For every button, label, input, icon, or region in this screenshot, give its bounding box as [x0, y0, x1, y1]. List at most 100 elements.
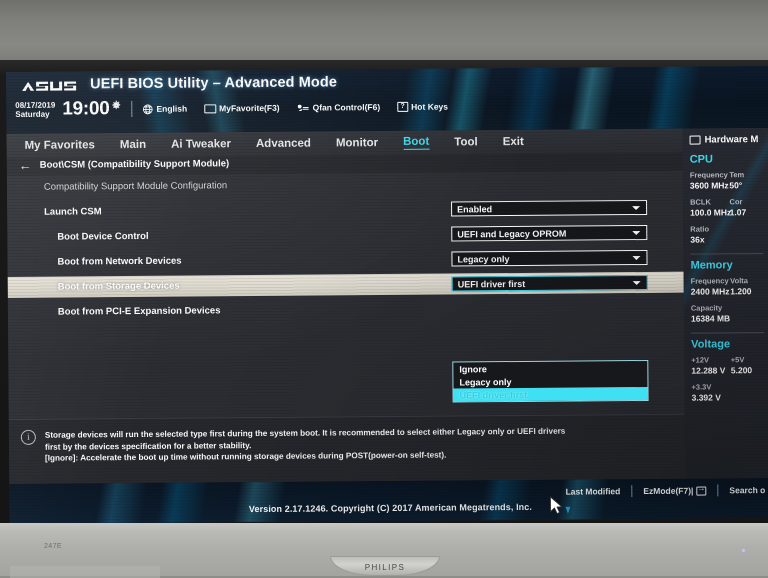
page-title: UEFI BIOS Utility – Advanced Mode [90, 74, 337, 92]
tab-my-favorites[interactable]: My Favorites [25, 139, 95, 152]
hw-entry: +12V 12.288 V [691, 355, 731, 375]
qfan-label: Qfan Control(F6) [313, 102, 381, 113]
hw-value: 1.200 [730, 286, 768, 296]
wall-background [0, 0, 768, 64]
tab-ai-tweaker[interactable]: Ai Tweaker [171, 138, 231, 150]
row-label-boot-pcie: Boot from PCI-E Expansion Devices [58, 305, 221, 317]
hw-entry: Tem 50° [729, 170, 768, 190]
star-icon [204, 104, 216, 113]
hot-keys-label: Hot Keys [411, 102, 448, 112]
hw-memory-values: Frequency 2400 MHz Volta 1.200 Capacity … [691, 276, 768, 331]
date-value: 08/17/2019 [15, 101, 55, 110]
hw-entry: Capacity 16384 MB [691, 303, 768, 324]
tab-monitor[interactable]: Monitor [336, 137, 378, 149]
hw-key: Ratio [690, 224, 768, 234]
hw-cpu-values: Frequency 3600 MHz Tem 50° BCLK 100.0 MH… [690, 170, 768, 252]
search-faq-button[interactable]: Search o [729, 485, 765, 495]
version-text: Version 2.17.1246. Copyright (C) 2017 Am… [9, 500, 768, 516]
chevron-down-icon [632, 256, 640, 260]
divider [691, 332, 764, 334]
combo-value: Legacy only [457, 254, 509, 264]
table-row[interactable]: Boot Device Control UEFI and Legacy OPRO… [7, 222, 683, 248]
combo-boot-network[interactable]: Legacy only [451, 250, 647, 267]
hw-value: 1.07 [730, 207, 768, 217]
ezmode-button[interactable]: EzMode(F7)| [643, 486, 693, 496]
help-text: Storage devices will run the selected ty… [45, 426, 566, 484]
footer-bar: Last Modified EzMode(F7)| Search o Versi… [9, 478, 768, 524]
power-led-icon [742, 549, 745, 552]
hw-entry: Frequency 3600 MHz [690, 170, 730, 190]
table-row[interactable]: Boot from PCI-E Expansion Devices [8, 297, 684, 323]
hw-value: 2400 MHz [691, 286, 731, 296]
section-title: Compatibility Support Module Configurati… [44, 180, 227, 192]
tab-exit[interactable]: Exit [503, 136, 524, 148]
breadcrumb[interactable]: ← Boot\CSM (Compatibility Support Module… [19, 158, 230, 171]
exit-arrow-icon[interactable] [696, 486, 706, 495]
row-label-boot-network: Boot from Network Devices [57, 256, 181, 268]
footer-actions: Last Modified EzMode(F7)| Search o [566, 484, 768, 498]
table-row[interactable]: Launch CSM Enabled [7, 197, 683, 223]
chevron-down-icon [632, 231, 640, 235]
hw-key: Capacity [691, 303, 768, 313]
system-date: 08/17/2019 Saturday [15, 101, 55, 119]
hw-entry: BCLK 100.0 MHz [690, 197, 730, 217]
weekday-value: Saturday [15, 110, 55, 119]
qfan-control-button[interactable]: Qfan Control(F6) [297, 102, 381, 114]
dropdown-option-uefi-driver-first[interactable]: UEFI driver first [453, 387, 647, 402]
hw-value: 100.0 MHz [690, 207, 730, 217]
divider [717, 484, 718, 496]
table-row[interactable]: Boot from Network Devices Legacy only [7, 247, 683, 273]
hw-voltage-values: +12V 12.288 V +5V 5.200 +3.3V 3.392 V [691, 355, 768, 410]
hw-section-voltage: Voltage [691, 338, 768, 351]
info-icon: i [21, 430, 36, 445]
last-modified-button[interactable]: Last Modified [566, 486, 621, 496]
hardware-monitor-panel: Hardware M CPU Frequency 3600 MHz Tem 50… [682, 128, 768, 479]
breadcrumb-path: Boot\CSM (Compatibility Support Module) [40, 158, 230, 170]
combo-value: UEFI and Legacy OPROM [457, 228, 566, 239]
hw-entry: Cor 1.07 [730, 197, 768, 217]
monitor-stand-shadow [10, 566, 160, 578]
table-row-selected[interactable]: Boot from Storage Devices UEFI driver fi… [8, 272, 684, 298]
gear-icon[interactable] [111, 100, 121, 110]
hw-value: 12.288 V [691, 365, 731, 375]
hw-entry: Volta 1.200 [730, 276, 768, 296]
hw-key: Frequency [691, 276, 731, 285]
hw-entry: +3.3V 3.392 V [691, 382, 768, 403]
hw-value: 36x [690, 234, 768, 245]
fan-icon [297, 102, 310, 113]
combo-boot-storage[interactable]: UEFI driver first [452, 275, 648, 292]
hw-key: Tem [729, 170, 768, 179]
hw-value: 5.200 [731, 365, 768, 375]
help-panel: i Storage devices will run the selected … [9, 414, 685, 484]
globe-icon [142, 103, 153, 114]
question-icon: ? [397, 102, 408, 112]
hw-key: +12V [691, 355, 731, 364]
row-label-launch-csm: Launch CSM [44, 206, 102, 217]
hw-entry: +5V 5.200 [731, 355, 768, 375]
tab-advanced[interactable]: Advanced [256, 138, 311, 150]
tab-main[interactable]: Main [120, 139, 146, 151]
header-divider [131, 101, 132, 117]
hw-key: Cor [730, 197, 768, 206]
myfavorite-button[interactable]: MyFavorite(F3) [204, 103, 280, 114]
language-button[interactable]: English [142, 103, 187, 114]
combo-boot-device-control[interactable]: UEFI and Legacy OPROM [451, 225, 647, 242]
hot-keys-button[interactable]: ? Hot Keys [397, 102, 448, 112]
tab-boot[interactable]: Boot [403, 136, 429, 150]
row-label-boot-storage: Boot from Storage Devices [58, 281, 180, 293]
dropdown-boot-storage-options[interactable]: Ignore Legacy only UEFI driver first [452, 360, 648, 403]
hw-entry: Ratio 36x [690, 224, 768, 245]
philips-label: PHILIPS [365, 563, 405, 572]
mouse-pointer-icon [549, 496, 564, 516]
tab-tool[interactable]: Tool [454, 136, 478, 148]
hw-entry: Frequency 2400 MHz [691, 276, 731, 296]
myfavorite-label: MyFavorite(F3) [219, 103, 280, 113]
row-label-boot-device-control: Boot Device Control [57, 231, 148, 243]
system-time: 19:00 [62, 98, 109, 120]
photo-background: UEFI BIOS Utility – Advanced Mode 08/17/… [0, 0, 768, 576]
combo-value: Enabled [457, 204, 492, 214]
back-arrow-icon[interactable]: ← [19, 160, 32, 170]
hw-key: +3.3V [691, 382, 768, 392]
hw-key: Volta [730, 276, 768, 285]
combo-launch-csm[interactable]: Enabled [451, 200, 647, 217]
